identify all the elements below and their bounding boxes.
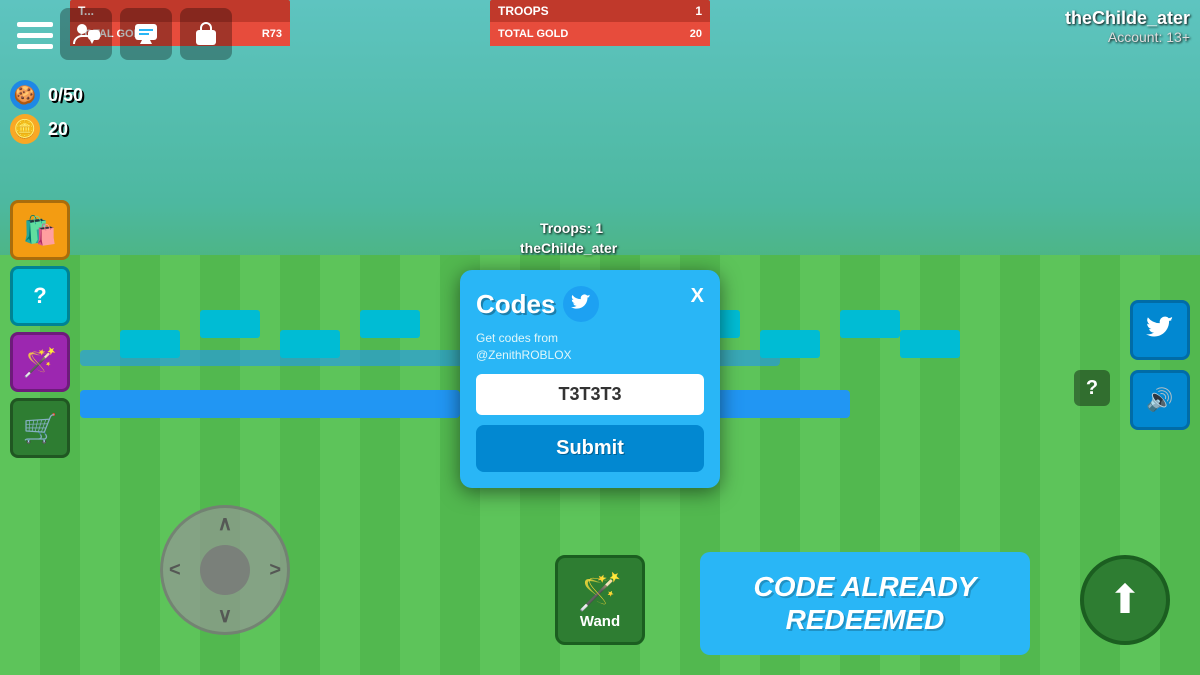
bag-icon-btn[interactable] [180,8,232,60]
question-help-button[interactable]: ? [1074,370,1110,406]
twitter-right-button[interactable] [1130,300,1190,360]
cart-button[interactable]: 🛒 [10,398,70,458]
dpad-inner [200,545,250,595]
gold-bar-right: TOTAL GOLD 20 [490,22,710,46]
right-sidebar: 🔊 [1130,300,1190,430]
submit-button[interactable]: Submit [476,425,704,472]
username-text: theChilde_ater [1065,8,1190,29]
dpad-up-arrow[interactable]: ∧ [218,514,233,534]
hamburger-line-2 [17,33,53,38]
coins-resource: 🪙 20 [10,114,83,144]
wand-button-label: Wand [580,613,620,630]
redeemed-line2: REDEEMED [786,604,945,635]
tile-1 [120,330,180,358]
hamburger-menu[interactable] [10,10,60,60]
wand-emoji-icon: 🪄 [578,571,623,613]
tile-2 [200,310,260,338]
redeemed-banner: CODE ALREADY REDEEMED [700,552,1030,655]
tile-4 [360,310,420,338]
dpad-outer[interactable]: ∧ ∨ < > [160,505,290,635]
wand-icon: 🪄 [23,346,58,379]
up-arrow-icon: ⬆ [1108,580,1142,620]
platform-left [80,390,460,418]
account-info-text: Account: 13+ [1065,29,1190,45]
cart-icon: 🛒 [23,412,58,445]
redeemed-text: CODE ALREADY REDEEMED [720,570,1010,637]
troop-bar-right: TROOPS 1 TOTAL GOLD 20 [490,0,710,30]
left-sidebar: 🛍️ ? 🪄 🛒 [10,200,70,458]
sound-right-button[interactable]: 🔊 [1130,370,1190,430]
up-arrow-button[interactable]: ⬆ [1080,555,1170,645]
dpad-down-arrow[interactable]: ∨ [218,606,233,626]
tile-3 [280,330,340,358]
player-name-label: theChilde_ater [520,240,617,256]
tile-7 [840,310,900,338]
username-display: theChilde_ater Account: 13+ [1065,8,1190,45]
resources-panel: 🍪 0/50 🪙 20 [10,80,83,144]
codes-modal: Codes X Get codes from @ZenithROBLOX Sub… [460,270,720,488]
redeemed-line1: CODE ALREADY [754,571,977,602]
modal-subtitle: Get codes from [476,331,558,345]
modal-close-button[interactable]: X [691,286,704,306]
wand-sidebar-button[interactable]: 🪄 [10,332,70,392]
code-input-field[interactable] [476,374,704,415]
shop-bag-icon: 🛍️ [23,214,58,247]
question-icon: ? [33,283,46,309]
shop-button[interactable]: 🛍️ [10,200,70,260]
top-icon-bar [60,8,232,60]
troop-label-right: TROOPS 1 [490,0,710,22]
modal-subtitle2: @ZenithROBLOX [476,348,572,362]
modal-header: Codes X [476,286,704,322]
tile-8 [900,330,960,358]
help-button[interactable]: ? [10,266,70,326]
wand-bottom-button[interactable]: 🪄 Wand [555,555,645,645]
tile-6 [760,330,820,358]
twitter-icon-modal [563,286,599,322]
modal-subtitle-area: Get codes from @ZenithROBLOX [476,330,704,364]
speech-icon-btn[interactable] [120,8,172,60]
hamburger-line-3 [17,44,53,49]
dpad[interactable]: ∧ ∨ < > [160,505,290,635]
modal-title-area: Codes [476,286,599,322]
troops-label: Troops: 1 [540,220,603,236]
troop-value-right: 1 [695,4,702,18]
sound-icon: 🔊 [1146,387,1173,413]
cookie-icon: 🍪 [10,80,40,110]
cookies-resource: 🍪 0/50 [10,80,83,110]
dpad-right-arrow[interactable]: > [269,560,281,580]
question-mark-icon: ? [1086,377,1098,400]
troop-text-right: TROOPS [498,4,549,18]
dpad-left-arrow[interactable]: < [169,560,181,580]
cookies-value: 0/50 [48,85,83,106]
coins-value: 20 [48,119,68,140]
modal-title: Codes [476,289,555,320]
gold-label-right: TOTAL GOLD [498,28,568,40]
chat-icon-btn[interactable] [60,8,112,60]
hamburger-line-1 [17,22,53,27]
coin-icon: 🪙 [10,114,40,144]
gold-value-right: 20 [690,28,702,40]
gold-value-left: R73 [262,28,282,40]
